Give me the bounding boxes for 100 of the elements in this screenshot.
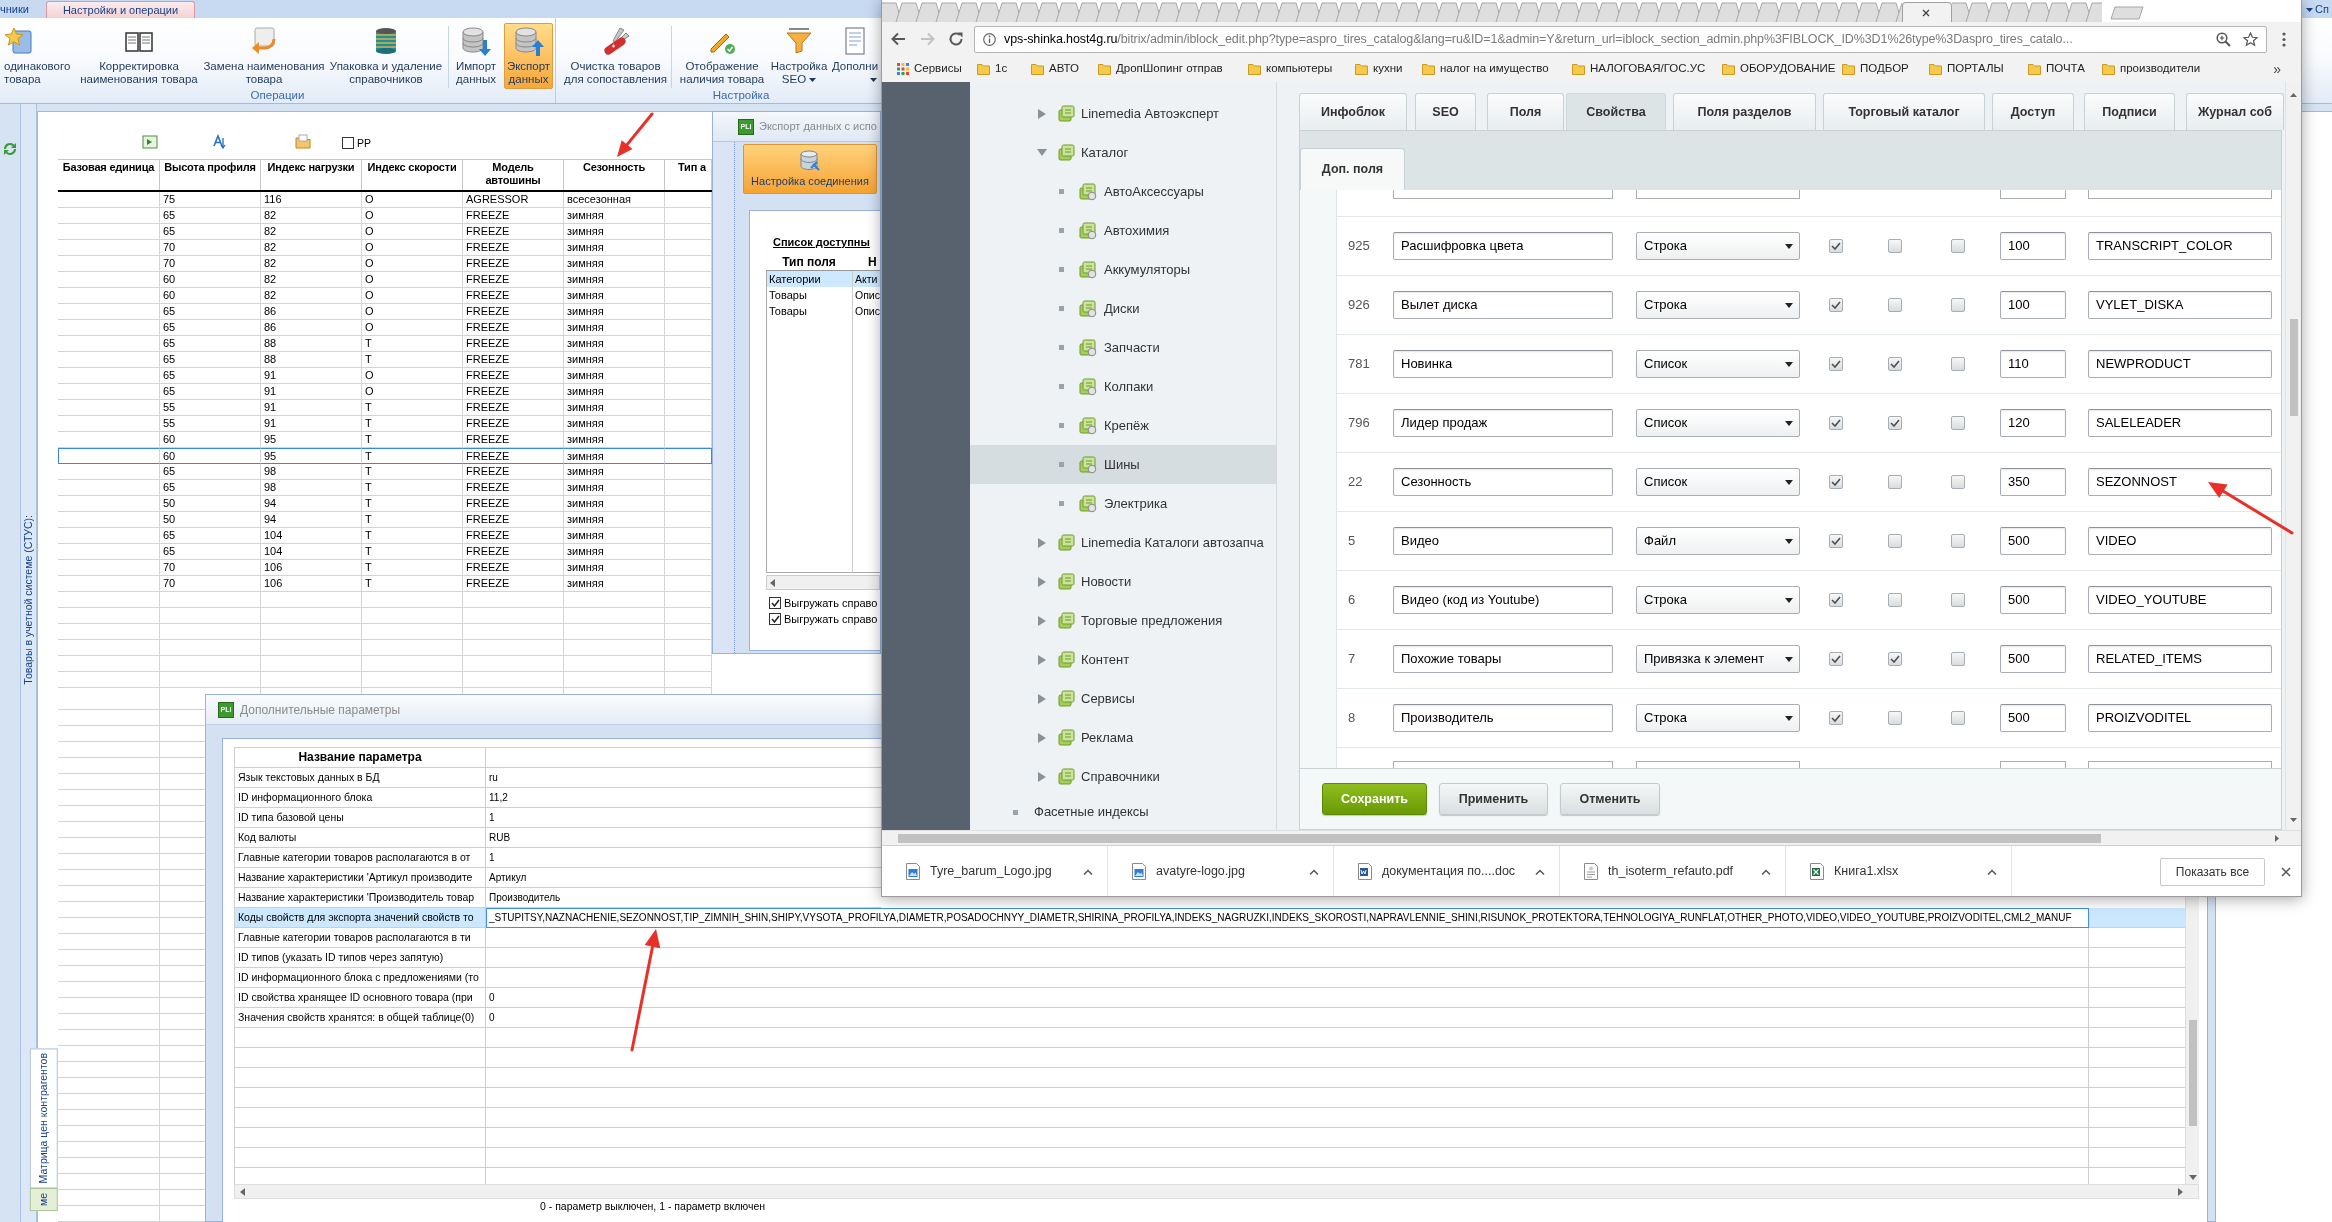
tab[interactable]: Инфоблок [1299,93,1407,130]
checkbox[interactable] [1888,711,1902,725]
close-icon[interactable] [1922,8,1930,17]
button[interactable]: Отменить [1560,783,1660,815]
expand-arrow-icon[interactable] [1038,615,1046,626]
sort-icon[interactable] [212,134,228,150]
input-field[interactable] [1636,190,1800,199]
back-icon[interactable] [890,32,906,46]
ribbon-button[interactable]: Дополни [830,23,880,89]
checkbox[interactable] [1888,593,1902,607]
tree-item[interactable]: Новости [970,562,1276,601]
input-field[interactable]: 500 [2000,527,2066,555]
checkbox[interactable] [1829,652,1843,666]
expand-arrow-icon[interactable] [1038,693,1046,704]
dropdown[interactable]: Строка [1636,291,1800,319]
input-field[interactable]: PROIZVODITEL [2088,704,2272,732]
bookmark[interactable]: компьютеры [1242,58,1349,80]
checkbox[interactable] [1829,534,1843,548]
checkbox[interactable] [1888,357,1902,371]
list-row[interactable]: Товары Опис [767,303,880,319]
bookmark[interactable]: производители [2096,58,2236,80]
input-field[interactable]: SEZONNOST [2088,468,2272,496]
tree-item[interactable]: Автохимия [970,211,1276,250]
tab[interactable]: Доступ [1992,93,2074,130]
input-field[interactable] [2000,190,2066,199]
dropdown[interactable]: Список [1636,350,1800,378]
close-icon[interactable] [2281,866,2291,877]
input-field[interactable] [2088,190,2272,199]
checkbox[interactable] [1951,593,1965,607]
bookmark[interactable]: налог на имущество [1416,58,1566,80]
bookmark[interactable]: кухни [1349,58,1416,80]
tab[interactable]: SEO [1415,93,1476,130]
dropdown[interactable]: Строка [1636,586,1800,614]
tree-item[interactable]: Реклама [970,718,1276,757]
ribbon-button[interactable]: Импорт данных [452,23,500,89]
browser-tabs[interactable] [1952,0,2102,22]
vertical-tab[interactable]: Матрица цен контрагентов [30,1048,58,1189]
new-tab-button[interactable] [2110,6,2144,20]
vertical-tab[interactable]: Товары в учетной системе (СТУС): [20,515,37,685]
dropdown[interactable]: Файл [1636,527,1800,555]
bookmark[interactable]: Сервисы [891,58,971,80]
checkbox[interactable] [1888,534,1902,548]
ribbon-button[interactable]: Корректировка наименования товара [79,23,199,89]
checkbox[interactable] [1951,298,1965,312]
list-row[interactable]: Товары Опис [767,287,880,303]
checkbox[interactable] [1829,416,1843,430]
scrollbar[interactable] [2185,897,2199,1184]
input-field[interactable]: Производитель [1393,704,1613,732]
table-cell[interactable]: _STUPITSY,NAZNACHENIE,SEZONNOST,TIP_ZIMNIH_SHIN,SHIPY,VYSOTA_PROFILYA,DIAMETR,POSADOCHNYY_DIAMETR,SHIRINA_PROFILYA,INDEKS_NAGRUZKI,INDEKS_SKOROSTI,NAPRAVLENNIE_SHINI,RISUNOK_PROTEKTORA,TEHNOLOGIYA_RUNFLAT,OTHER_PHOTO,VIDEO,VIDEO_YOUTUBE,PROIZVODITEL,CML2_MANUF [486,908,2089,928]
input-field[interactable]: 500 [2000,586,2066,614]
dropdown[interactable]: Список [1636,409,1800,437]
show-all-button[interactable]: Показать все [2160,857,2265,886]
bookmark[interactable]: ПОРТАЛЫ [1923,58,2022,80]
bookmark[interactable]: ПОДБОР [1836,58,1923,80]
refresh-icon[interactable] [2,141,18,157]
ribbon-button[interactable]: Очистка товаров для сопоставления [564,23,667,89]
address-bar[interactable]: vps-shinka.host4g.ru/bitrix/admin/iblock_edit.php?type=aspro_tires_catalog&lang=ru&ID=1&admin=Y&return_url=iblock_section_admin.php%3FIBLOCK_ID%3D1%26type%3Daspro_tires_catalo... [974,25,2267,53]
dropdown[interactable]: Строка [1636,704,1800,732]
input-field[interactable]: Новинка [1393,350,1613,378]
menu-label[interactable]: Сп [2315,1,2329,18]
checkbox[interactable] [1829,298,1843,312]
input-field[interactable]: NEWPRODUCT [2088,350,2272,378]
tree-item[interactable]: Запчасти [970,328,1276,367]
ribbon-button[interactable]: одинакового товара [0,23,76,89]
checkbox[interactable] [1951,357,1965,371]
column-header[interactable]: Базовая единица [58,160,160,190]
column-header[interactable]: Индекс скорости [362,160,463,190]
download-item[interactable]: документация по....doc [1334,845,1560,896]
vertical-tab[interactable]: ме [30,1188,58,1212]
download-item[interactable]: avatyre-logo.jpg [1108,845,1334,896]
button[interactable]: Применить [1439,783,1548,815]
tree-item[interactable]: Сервисы [970,679,1276,718]
checkbox[interactable] [1951,239,1965,253]
checkbox[interactable] [1951,416,1965,430]
input-field[interactable] [1393,190,1613,199]
tree-item[interactable]: Фасетные индексы [970,796,1276,828]
ribbon-button[interactable]: Настройка SEO [768,23,830,89]
expand-arrow-icon[interactable] [1038,576,1046,587]
checkbox[interactable] [1888,416,1902,430]
download-item[interactable]: Книга1.xlsx [1786,845,2012,896]
checkbox[interactable] [1888,652,1902,666]
bookmark[interactable]: ПОЧТА [2022,58,2096,80]
column-header[interactable]: Сезонность [564,160,665,190]
checkbox[interactable] [769,597,781,609]
checkbox[interactable] [1951,475,1965,489]
input-field[interactable]: Лидер продаж [1393,409,1613,437]
input-field[interactable]: Сезонность [1393,468,1613,496]
download-item[interactable]: th_isoterm_refauto.pdf [1560,845,1786,896]
checkbox[interactable] [1829,357,1843,371]
zoom-icon[interactable] [2216,31,2231,47]
tree-item[interactable]: Шины [970,445,1276,484]
dropdown[interactable]: Строка [1636,232,1800,260]
tree-item[interactable]: Каталог [970,133,1276,172]
dropdown[interactable]: Список [1636,468,1800,496]
bookmark[interactable]: ДропШопинг отправ [1092,58,1242,80]
settings-button[interactable]: Настройка соединения [743,144,877,194]
list-row[interactable]: Категории Акти [767,271,880,287]
menu-icon[interactable] [2282,31,2286,47]
expand-arrow-icon[interactable] [1038,654,1046,665]
collapse-arrow-icon[interactable] [1037,149,1047,156]
